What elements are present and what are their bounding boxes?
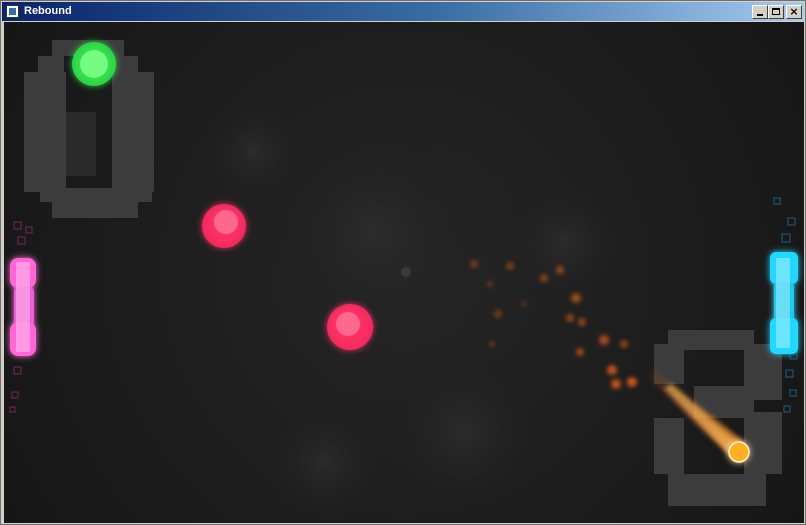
red-orb bbox=[202, 204, 246, 248]
window-app-icon[interactable] bbox=[6, 5, 19, 18]
background-haze bbox=[194, 92, 634, 523]
center-marker bbox=[401, 267, 411, 277]
title-bar[interactable]: Rebound × bbox=[2, 2, 804, 21]
minimize-button[interactable] bbox=[752, 5, 768, 19]
score-right-digit bbox=[654, 330, 782, 506]
right-paddle bbox=[770, 252, 798, 354]
playfield bbox=[9, 40, 798, 523]
red-orb bbox=[327, 304, 373, 350]
window-title: Rebound bbox=[24, 5, 72, 17]
left-paddle bbox=[10, 258, 36, 356]
ball bbox=[728, 441, 750, 463]
game-canvas[interactable] bbox=[4, 22, 804, 523]
game-window: Rebound × bbox=[0, 0, 806, 525]
green-orb bbox=[72, 42, 116, 86]
maximize-icon bbox=[772, 8, 780, 15]
close-button[interactable]: × bbox=[786, 5, 802, 19]
minimize-icon bbox=[757, 14, 763, 16]
maximize-button[interactable] bbox=[768, 5, 784, 19]
close-icon: × bbox=[789, 5, 799, 18]
